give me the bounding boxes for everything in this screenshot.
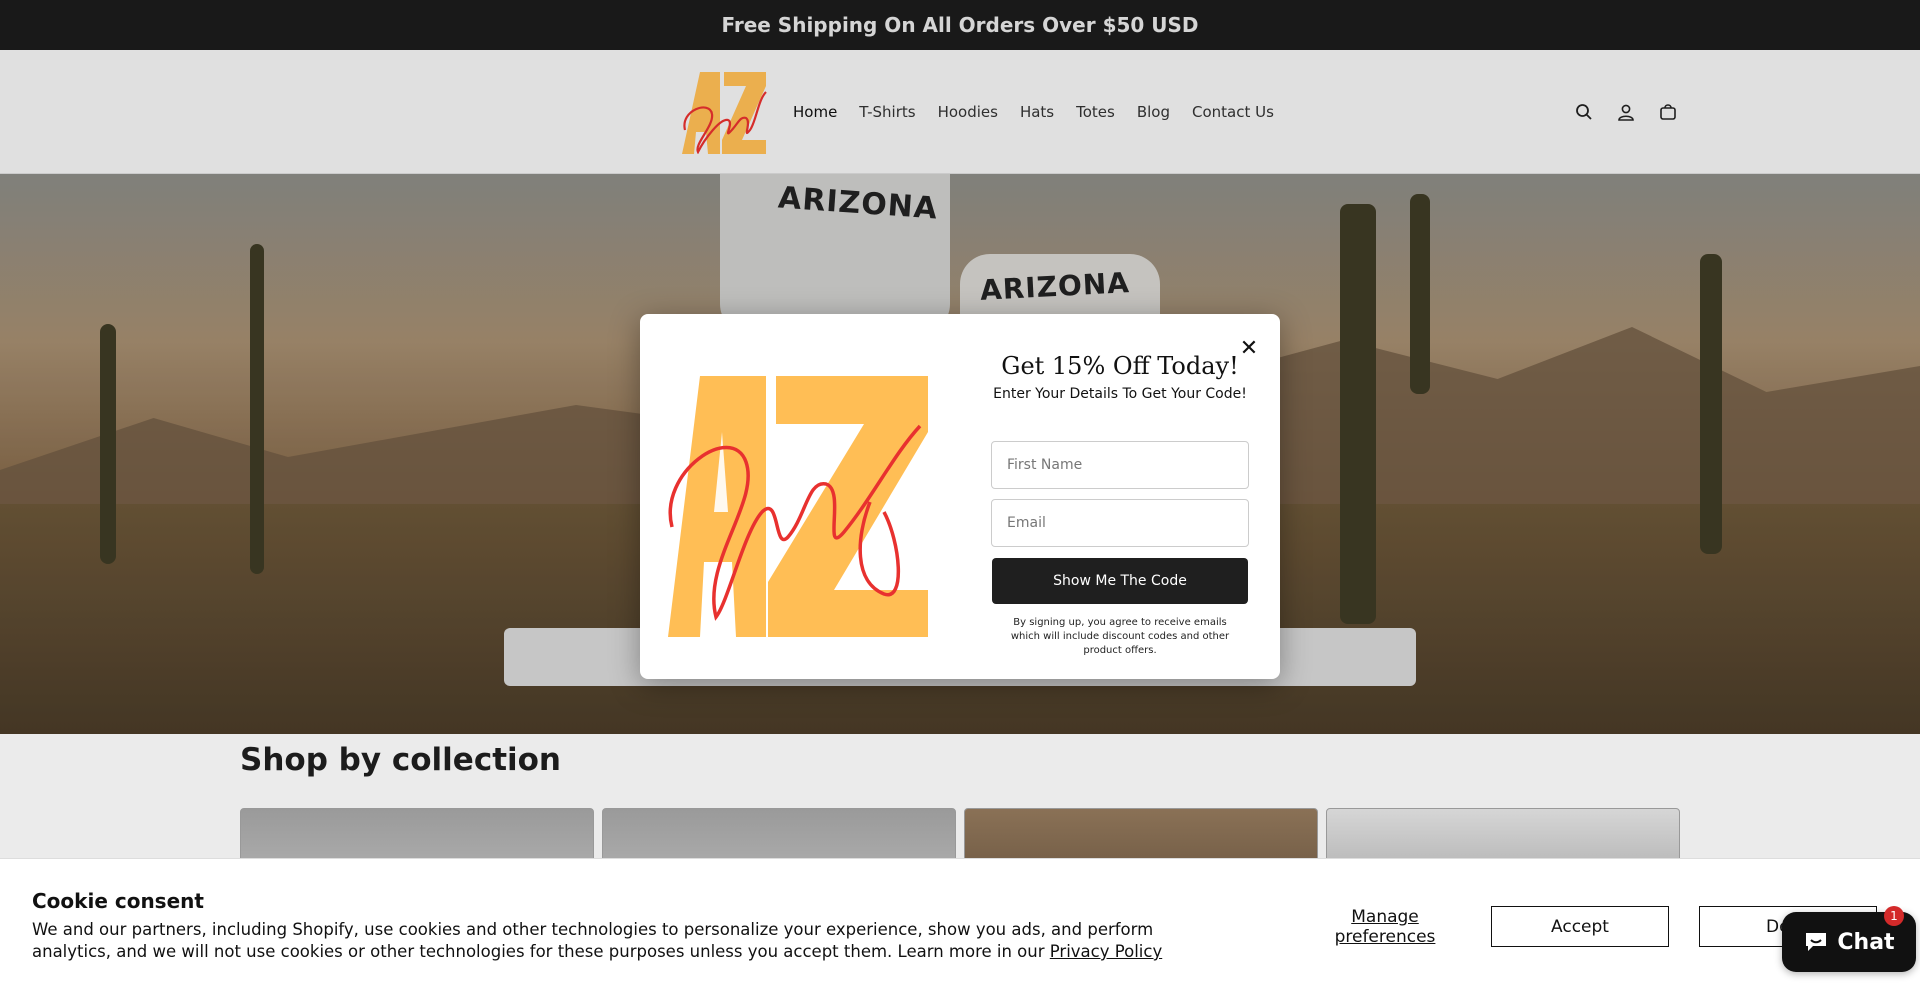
site-logo[interactable] (680, 70, 768, 154)
collections-title: Shop by collection (240, 742, 562, 778)
chat-badge: 1 (1884, 906, 1904, 926)
nav-blog[interactable]: Blog (1137, 103, 1170, 121)
nav-home[interactable]: Home (793, 103, 837, 121)
cactus-decor (1410, 194, 1430, 394)
privacy-policy-link[interactable]: Privacy Policy (1050, 942, 1162, 961)
chat-bubble-icon (1806, 933, 1827, 951)
cookie-body: We and our partners, including Shopify, … (32, 920, 1154, 961)
cart-icon[interactable] (1658, 102, 1678, 122)
announcement-text: Free Shipping On All Orders Over $50 USD (721, 13, 1199, 37)
accept-button[interactable]: Accept (1491, 906, 1669, 947)
announcement-bar: Free Shipping On All Orders Over $50 USD (0, 0, 1920, 50)
header-icons (1574, 50, 1678, 174)
site-header: Home T-Shirts Hoodies Hats Totes Blog Co… (0, 50, 1920, 174)
cookie-banner: Cookie consent We and our partners, incl… (0, 858, 1920, 993)
nav-t-shirts[interactable]: T-Shirts (859, 103, 915, 121)
first-name-input[interactable] (991, 441, 1249, 489)
email-input[interactable] (991, 499, 1249, 547)
nav-contact-us[interactable]: Contact Us (1192, 103, 1274, 121)
cactus-decor (1700, 254, 1722, 554)
chat-label: Chat (1837, 929, 1895, 955)
main-nav: Home T-Shirts Hoodies Hats Totes Blog Co… (793, 50, 1296, 174)
popup-logo (668, 376, 928, 637)
nav-hoodies[interactable]: Hoodies (938, 103, 998, 121)
manage-preferences-link[interactable]: Manage preferences (1320, 907, 1450, 947)
show-code-button[interactable]: Show Me The Code (992, 558, 1248, 604)
popup-subtitle: Enter Your Details To Get Your Code! (993, 386, 1247, 402)
cactus-decor (1340, 204, 1376, 624)
popup-title: Get 15% Off Today! (1001, 352, 1239, 380)
discount-popup: ✕ Get 15% Off Today! Enter Your Details … (640, 314, 1280, 679)
cookie-text: We and our partners, including Shopify, … (32, 919, 1212, 963)
popup-disclaimer: By signing up, you agree to receive emai… (1010, 617, 1230, 656)
cactus-decor (100, 324, 116, 564)
nav-hats[interactable]: Hats (1020, 103, 1054, 121)
account-icon[interactable] (1616, 102, 1636, 122)
cactus-decor (250, 244, 264, 574)
nav-totes[interactable]: Totes (1076, 103, 1115, 121)
cookie-title: Cookie consent (32, 889, 204, 913)
search-icon[interactable] (1574, 102, 1594, 122)
